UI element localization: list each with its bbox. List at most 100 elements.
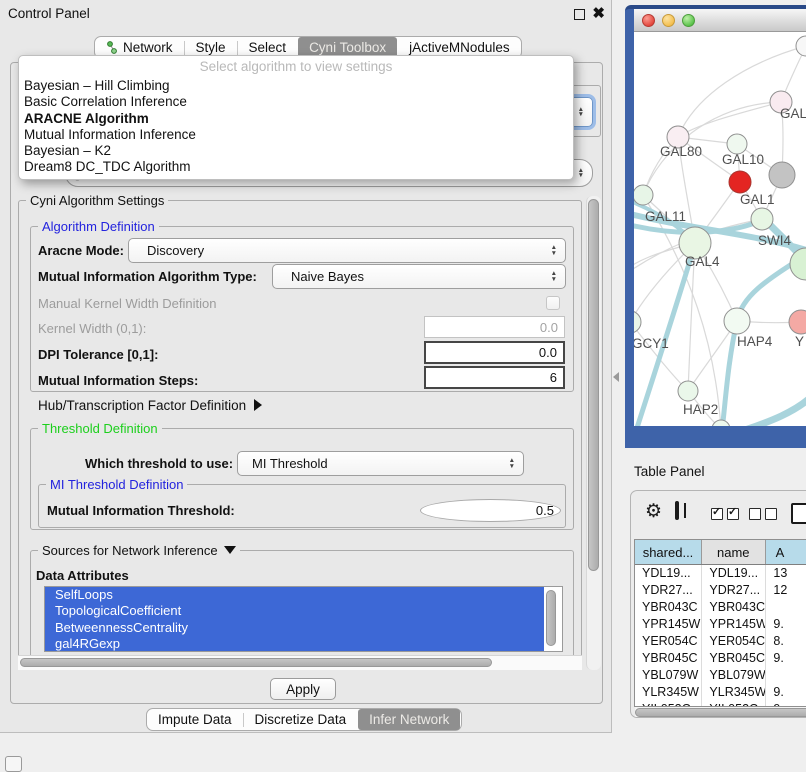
- mi-steps-label: Mutual Information Steps:: [38, 373, 198, 388]
- network-node[interactable]: [712, 420, 730, 426]
- dropdown-items: Bayesian – Hill ClimbingBasic Correlatio…: [19, 78, 573, 176]
- tab-discretize-data[interactable]: Discretize Data: [244, 710, 358, 729]
- which-threshold-combobox[interactable]: MI Threshold ▲▼: [237, 451, 524, 476]
- table-cell: YLR345W: [635, 684, 702, 701]
- table-cell: YBR043C: [635, 599, 702, 616]
- network-canvas[interactable]: GALGAL80GAL10GAL1GAL11SWI4GAL4GCY1HAP4YH…: [634, 32, 806, 426]
- checked-box-icon: ✓: [727, 508, 739, 520]
- mi-steps-field[interactable]: 6: [424, 366, 565, 389]
- tab-infer-network[interactable]: Infer Network: [358, 709, 460, 730]
- dpi-tolerance-label: DPI Tolerance [0,1]:: [38, 347, 158, 362]
- network-node[interactable]: [678, 381, 698, 401]
- attribute-list-item[interactable]: gal4RGexp: [45, 636, 544, 652]
- table-row[interactable]: YPR145WYPR145W9.: [635, 616, 806, 633]
- algorithm-option[interactable]: Mutual Information Inference: [19, 127, 573, 143]
- panel-corner-icon[interactable]: [5, 756, 22, 772]
- table-row[interactable]: YBR045CYBR045C9.: [635, 650, 806, 667]
- attribute-list-item[interactable]: TopologicalCoefficient: [45, 603, 544, 619]
- bottom-tabstrip: Impute Data Discretize Data Infer Networ…: [146, 708, 462, 731]
- close-icon[interactable]: ✖: [592, 4, 605, 22]
- tab-impute-data[interactable]: Impute Data: [147, 710, 243, 729]
- node-label: Y: [795, 334, 804, 349]
- unchecked-box-icon: [749, 508, 761, 520]
- settings-horizontal-scrollbar[interactable]: [18, 655, 582, 670]
- control-panel-window: Control Panel ✖ Network Style Select Cyn…: [0, 0, 612, 733]
- network-window-titlebar[interactable]: [634, 9, 806, 32]
- combo-arrows-icon: ▲▼: [545, 245, 557, 256]
- node-label: GAL80: [660, 144, 702, 159]
- node-label: HAP4: [737, 334, 773, 349]
- hub-definition-toggle[interactable]: Hub/Transcription Factor Definition: [38, 398, 262, 413]
- algorithm-option[interactable]: ARACNE Algorithm: [19, 111, 573, 127]
- minimize-traffic-light-icon[interactable]: [662, 14, 675, 27]
- export-table-icon[interactable]: [791, 503, 806, 524]
- network-edge[interactable]: [678, 46, 806, 137]
- column-header-shared-name[interactable]: shared...: [635, 540, 702, 564]
- deselect-all-columns-icon[interactable]: [749, 505, 781, 520]
- mi-type-combobox[interactable]: Naive Bayes ▲▼: [272, 264, 566, 289]
- table-horizontal-scrollbar[interactable]: [635, 707, 806, 718]
- column-header-name[interactable]: name: [702, 540, 766, 564]
- network-node[interactable]: [789, 310, 806, 334]
- table-cell: YDR27...: [635, 582, 702, 599]
- table-cell: YBL079W: [635, 667, 702, 684]
- network-view-window: GALGAL80GAL10GAL1GAL11SWI4GAL4GCY1HAP4YH…: [625, 5, 806, 448]
- kernel-width-field[interactable]: 0.0: [424, 316, 565, 338]
- sources-title[interactable]: Sources for Network Inference: [38, 543, 240, 558]
- table-cell: [766, 599, 806, 616]
- close-traffic-light-icon[interactable]: [642, 14, 655, 27]
- manual-kernel-checkbox[interactable]: [546, 296, 560, 310]
- data-attributes-list[interactable]: SelfLoopsTopologicalCoefficientBetweenne…: [44, 586, 563, 652]
- network-icon: [106, 41, 118, 54]
- table-row[interactable]: YER054CYER054C8.: [635, 633, 806, 650]
- mi-threshold-field[interactable]: 0.5: [420, 499, 561, 522]
- table-row[interactable]: YLR345WYLR345W9.: [635, 684, 806, 701]
- checked-box-icon: ✓: [711, 508, 723, 520]
- node-label: GAL4: [685, 254, 720, 269]
- algorithm-option[interactable]: Basic Correlation Inference: [19, 94, 573, 110]
- algorithm-option[interactable]: Bayesian – K2: [19, 143, 573, 159]
- zoom-traffic-light-icon[interactable]: [682, 14, 695, 27]
- algorithm-option[interactable]: Dream8 DC_TDC Algorithm: [19, 159, 573, 175]
- table-cell: YBR045C: [635, 650, 702, 667]
- network-node[interactable]: [796, 36, 806, 56]
- network-edge-highlighted[interactable]: [742, 398, 806, 426]
- table-cell: YPR145W: [702, 616, 766, 633]
- network-node[interactable]: [751, 208, 773, 230]
- table-cell: YBR045C: [702, 650, 766, 667]
- network-node[interactable]: [724, 308, 750, 334]
- node-label: GCY1: [634, 336, 669, 351]
- table-header-row: shared... name A: [635, 540, 806, 565]
- node-table: shared... name A YDL19...YDL19...13YDR27…: [634, 539, 806, 707]
- table-row[interactable]: YDL19...YDL19...13: [635, 565, 806, 582]
- unchecked-box-icon: [765, 508, 777, 520]
- network-node[interactable]: [727, 134, 747, 154]
- float-window-icon[interactable]: [574, 9, 585, 20]
- table-cell: [766, 667, 806, 684]
- select-all-columns-icon[interactable]: ✓✓: [711, 505, 743, 520]
- network-node[interactable]: [769, 162, 795, 188]
- aracne-mode-combobox[interactable]: Discovery ▲▼: [128, 238, 566, 263]
- network-node[interactable]: [729, 171, 751, 193]
- settings-vertical-scrollbar[interactable]: [586, 196, 601, 670]
- table-row[interactable]: YBL079WYBL079W: [635, 667, 806, 684]
- split-columns-icon[interactable]: [675, 501, 679, 520]
- table-cell: YDL19...: [702, 565, 766, 582]
- apply-button[interactable]: Apply: [270, 678, 336, 700]
- network-node[interactable]: [634, 185, 653, 205]
- splitter-handle-icon[interactable]: [613, 372, 619, 382]
- column-header-partial[interactable]: A: [766, 540, 806, 564]
- table-row[interactable]: YBR043CYBR043C: [635, 599, 806, 616]
- attribute-list-item[interactable]: SelfLoops: [45, 587, 544, 603]
- gear-icon[interactable]: ⚙: [645, 500, 662, 523]
- attributes-scrollbar[interactable]: [546, 590, 558, 648]
- attribute-list-item[interactable]: BetweennessCentrality: [45, 620, 544, 636]
- network-node[interactable]: [790, 248, 806, 280]
- table-cell: YER054C: [635, 633, 702, 650]
- dpi-tolerance-field[interactable]: 0.0: [424, 341, 565, 364]
- table-row[interactable]: YDR27...YDR27...12: [635, 582, 806, 599]
- network-node[interactable]: [634, 311, 641, 333]
- algorithm-option[interactable]: Bayesian – Hill Climbing: [19, 78, 573, 94]
- which-threshold-label: Which threshold to use:: [85, 456, 233, 471]
- combo-arrows-icon: ▲▼: [503, 458, 515, 469]
